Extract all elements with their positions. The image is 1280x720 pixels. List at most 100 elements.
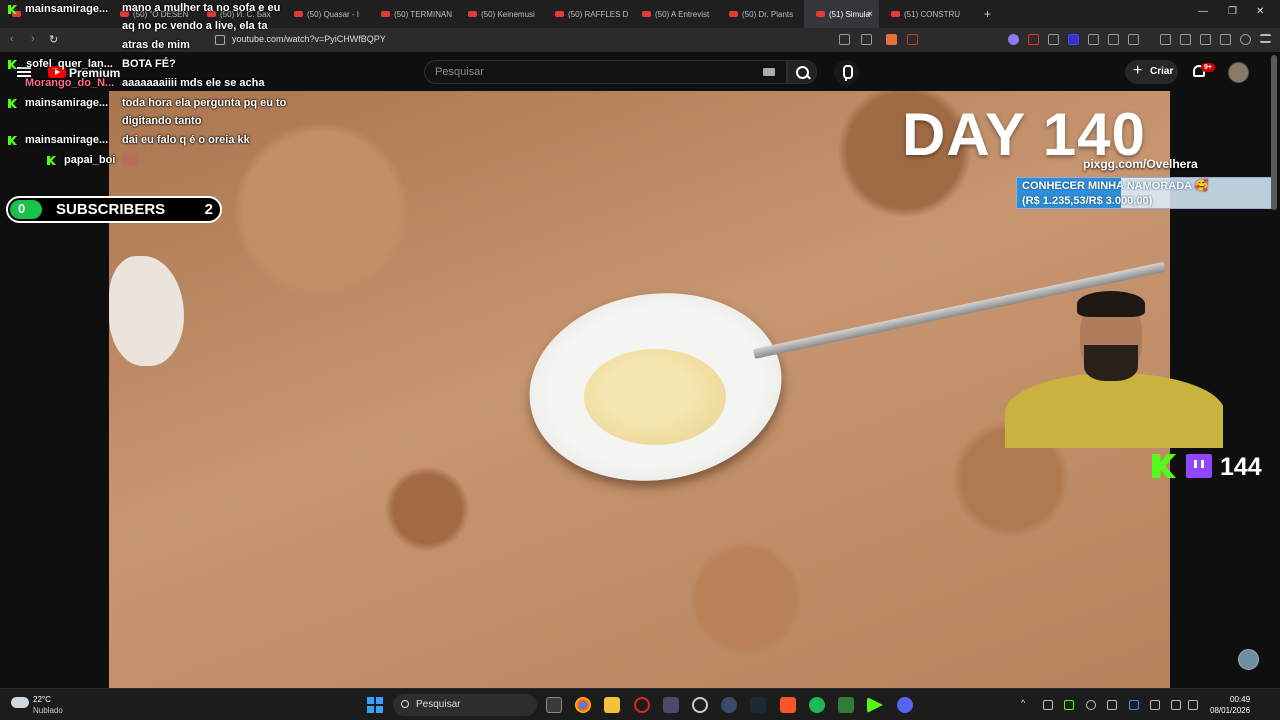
floating-action-icon[interactable] (1238, 649, 1259, 670)
browser-tab[interactable]: (50) TERMINAN (369, 0, 456, 28)
clock-time[interactable]: 00:49 (1230, 695, 1250, 704)
file-explorer-icon[interactable] (604, 697, 620, 713)
extension-icon[interactable] (1128, 34, 1139, 45)
kick-badge-icon (8, 136, 17, 145)
bluetooth-icon[interactable] (1129, 700, 1139, 710)
brave-shield-icon[interactable] (886, 34, 897, 45)
windows-taskbar: 22°C Nublado Pesquisar ^ 00:49 08/01/202… (0, 688, 1280, 720)
tab-title: (50) A Entrevist (655, 9, 710, 19)
minimize-icon[interactable]: — (1198, 6, 1208, 17)
create-button[interactable]: + Criar (1125, 60, 1178, 84)
chevron-up-icon[interactable]: ^ (1021, 698, 1031, 708)
kick-badge-icon (8, 60, 17, 69)
browser-tab-active[interactable]: (51) Simula × (804, 0, 879, 28)
browser-tab[interactable]: (50) Keinemusi (456, 0, 543, 28)
tab-title: (50) Dr. Plants (742, 9, 794, 19)
search-icon (401, 700, 409, 708)
tray-icon[interactable] (1064, 700, 1074, 710)
donation-goal: CONHECER MINHA NAMORADA 🥰 (R$ 1.235,53/R… (1016, 177, 1272, 209)
maximize-icon[interactable]: ❐ (1228, 6, 1237, 17)
wallet-icon[interactable] (1200, 34, 1211, 45)
browser-tab[interactable]: (50) A Entrevist (630, 0, 717, 28)
plus-icon: + (1133, 62, 1143, 79)
microphone-tray-icon[interactable] (1150, 700, 1160, 710)
vpn-icon[interactable] (1240, 34, 1251, 45)
extension-icon[interactable] (1068, 34, 1079, 45)
browser-tab[interactable]: (51) CONSTRU (879, 0, 966, 28)
tray-icon[interactable] (1043, 700, 1053, 710)
youtube-icon (468, 11, 477, 17)
task-view-icon[interactable] (546, 697, 562, 713)
viewer-count: 144 (1220, 453, 1262, 481)
brave-icon[interactable] (780, 697, 796, 713)
goal-amount: (R$ 1.235,53/R$ 3.000,00) (1022, 195, 1153, 207)
share-icon[interactable] (861, 34, 872, 45)
app-icon[interactable] (867, 697, 883, 713)
streamer-webcam (985, 283, 1223, 448)
browser-tab[interactable]: (50) Dr. Plants (717, 0, 804, 28)
windows-start-icon[interactable] (367, 697, 383, 713)
weather-temperature[interactable]: 22°C (33, 695, 51, 704)
app-icon[interactable] (838, 697, 854, 713)
weather-cloud-icon[interactable] (11, 697, 29, 708)
discord-icon[interactable] (897, 697, 913, 713)
app-icon[interactable] (663, 697, 679, 713)
browser-tab[interactable]: (50) RAFFLES D (543, 0, 630, 28)
avatar[interactable] (1228, 62, 1249, 83)
subscribers-widget: 0 SUBSCRIBERS 2 (6, 196, 222, 223)
kick-badge-icon (8, 99, 17, 108)
search-input[interactable]: Pesquisar (424, 60, 787, 84)
search-button[interactable] (787, 60, 817, 84)
volume-icon[interactable] (1188, 700, 1198, 710)
youtube-icon (891, 11, 900, 17)
new-tab-button[interactable]: + (984, 7, 991, 21)
rock-image (109, 256, 184, 366)
music-icon[interactable] (1160, 34, 1171, 45)
app-icon[interactable] (721, 697, 737, 713)
weather-condition[interactable]: Nublado (33, 706, 63, 715)
steam-icon[interactable] (750, 697, 766, 713)
microphone-icon[interactable] (834, 60, 859, 85)
menu-icon[interactable] (1260, 34, 1271, 43)
chat-overlay: mainsamirage... mano a mulher ta no sofa… (0, 0, 330, 170)
extensions-puzzle-icon[interactable] (1108, 34, 1119, 45)
chat-username: mainsamirage... (25, 97, 109, 109)
notification-badge: 9+ (1201, 63, 1215, 72)
youtube-icon (555, 11, 564, 17)
page-scrollbar[interactable] (1271, 55, 1277, 210)
chat-message: BOTA FÉ? (122, 58, 176, 70)
tab-title: (51) Simula (829, 9, 870, 19)
chat-username: mainsamirage... (25, 3, 109, 15)
search-placeholder: Pesquisar (435, 66, 484, 78)
streamer-hair (1077, 291, 1145, 317)
network-icon[interactable] (1171, 700, 1181, 710)
keyboard-icon[interactable] (763, 68, 775, 76)
tab-title: (50) TERMINAN (394, 9, 453, 19)
rewards-icon[interactable] (907, 34, 918, 45)
opera-icon[interactable] (634, 697, 650, 713)
clock-date[interactable]: 08/01/2026 (1210, 706, 1250, 715)
tab-title: (50) RAFFLES D (568, 9, 629, 19)
youtube-icon (729, 11, 738, 17)
chrome-icon[interactable] (575, 697, 591, 713)
taskbar-search[interactable]: Pesquisar (393, 694, 537, 716)
chat-message: toda hora ela pergunta pq eu to (122, 97, 287, 109)
spotify-icon[interactable] (809, 697, 825, 713)
sidebar-icon[interactable] (1180, 34, 1191, 45)
chat-username: Morango_do_N... (25, 77, 115, 89)
chat-emote (122, 153, 138, 166)
app-icon[interactable] (692, 697, 708, 713)
close-tab-icon[interactable]: × (867, 9, 873, 20)
goal-title: CONHECER MINHA NAMORADA 🥰 (1022, 180, 1209, 192)
tray-icon[interactable] (1086, 700, 1096, 710)
extension-icon[interactable] (1008, 34, 1019, 45)
close-window-icon[interactable]: ✕ (1256, 6, 1264, 17)
tab-title: (50) Keinemusi (481, 9, 535, 19)
extension-icon[interactable] (1088, 34, 1099, 45)
screen-icon[interactable] (839, 34, 850, 45)
kick-icon (1152, 454, 1176, 478)
tray-icon[interactable] (1107, 700, 1117, 710)
extension-icon[interactable] (1028, 34, 1039, 45)
leo-icon[interactable] (1220, 34, 1231, 45)
extension-icon[interactable] (1048, 34, 1059, 45)
